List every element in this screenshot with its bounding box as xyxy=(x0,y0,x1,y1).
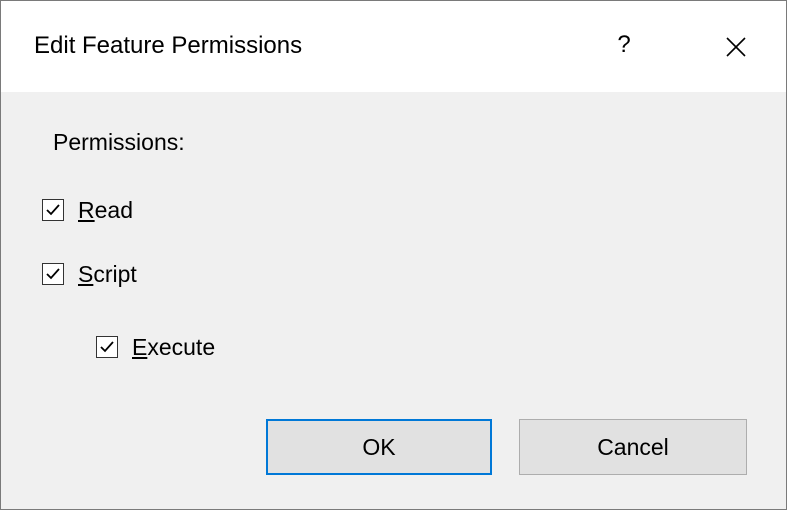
cancel-button[interactable]: Cancel xyxy=(519,419,747,475)
script-checkbox-row[interactable]: Script xyxy=(42,260,137,288)
script-label: Script xyxy=(78,261,137,287)
read-label: Read xyxy=(78,197,133,223)
read-checkbox-row[interactable]: Read xyxy=(42,196,133,224)
ok-button[interactable]: OK xyxy=(266,419,492,475)
help-button[interactable]: ? xyxy=(605,23,643,67)
read-checkbox[interactable] xyxy=(42,199,64,221)
execute-checkbox-row[interactable]: Execute xyxy=(96,333,215,361)
dialog-title: Edit Feature Permissions xyxy=(34,32,303,59)
dialog-body: Permissions: Read Script Execute OK Canc… xyxy=(1,92,786,509)
title-bar: Edit Feature Permissions ? xyxy=(1,1,786,92)
execute-label: Execute xyxy=(132,334,216,360)
edit-feature-permissions-dialog: Edit Feature Permissions ? Permissions: … xyxy=(0,0,787,510)
checkmark-icon xyxy=(46,204,60,216)
checkmark-icon xyxy=(46,268,60,280)
permissions-label: Permissions: xyxy=(53,129,185,155)
execute-checkbox[interactable] xyxy=(96,336,118,358)
close-button[interactable] xyxy=(713,25,759,69)
checkmark-icon xyxy=(100,341,114,353)
script-checkbox[interactable] xyxy=(42,263,64,285)
close-icon xyxy=(726,37,746,57)
